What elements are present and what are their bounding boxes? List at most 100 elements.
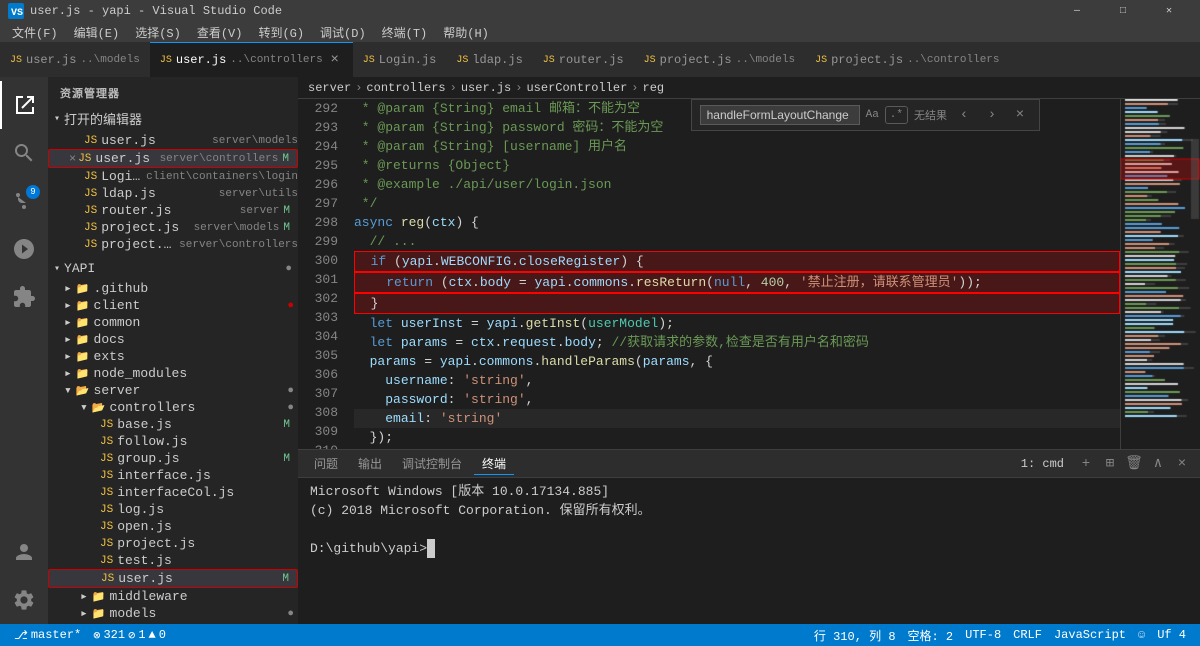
terminal-split-button[interactable]: ⊞ [1100, 454, 1120, 474]
file-follow-js[interactable]: JS follow.js [48, 433, 298, 450]
folder-controllers[interactable]: ▾ 📂 controllers ● [48, 399, 298, 416]
file-log-js[interactable]: JS log.js [48, 501, 298, 518]
status-bar-right: 行 310, 列 8 空格: 2 UTF-8 CRLF JavaScript ☺… [808, 627, 1192, 644]
folder-node-modules[interactable]: ▸ 📁 node_modules [48, 365, 298, 382]
code-editor[interactable]: Aa .* 无结果 ‹ › × 292 293 294 29 [298, 99, 1120, 449]
chevron-right-icon: ▸ [80, 589, 88, 604]
error-warning-status[interactable]: ⊗ 321 ⊘ 1 ▲ 0 [87, 628, 172, 643]
terminal-chevron-up-button[interactable]: ∧ [1148, 454, 1168, 474]
debug-activity-icon[interactable] [0, 225, 48, 273]
breadcrumb-reg[interactable]: reg [643, 81, 665, 95]
modified-badge: M [283, 205, 290, 217]
file-open-js[interactable]: JS open.js [48, 518, 298, 535]
search-activity-icon[interactable] [0, 129, 48, 177]
tab-project-controllers[interactable]: JS project.js ..\controllers [805, 42, 1009, 77]
tab-project-models[interactable]: JS project.js ..\models [634, 42, 805, 77]
tab-user-controllers[interactable]: JS user.js ..\controllers × [150, 42, 353, 77]
file-project-js[interactable]: JS project.js [48, 535, 298, 552]
folder-exts[interactable]: ▸ 📁 exts [48, 348, 298, 365]
cursor-position-status[interactable]: 行 310, 列 8 [808, 627, 902, 644]
file-base-js[interactable]: JS base.js M [48, 416, 298, 433]
error-badge: ● [287, 300, 294, 312]
indent-status[interactable]: 空格: 2 [902, 627, 960, 644]
find-next-button[interactable]: › [981, 104, 1003, 126]
find-regex-btn[interactable]: .* [885, 106, 908, 124]
menu-terminal[interactable]: 终端(T) [374, 22, 436, 43]
tab-ldap[interactable]: JS ldap.js [446, 42, 532, 77]
find-close-button[interactable]: × [1009, 104, 1031, 126]
terminal-close-button[interactable]: × [1172, 454, 1192, 474]
folder-models[interactable]: ▸ 📁 models ● [48, 605, 298, 622]
terminal-add-button[interactable]: + [1076, 454, 1096, 474]
account-activity-icon[interactable] [0, 528, 48, 576]
menu-select[interactable]: 选择(S) [127, 22, 189, 43]
folder-middleware[interactable]: ▸ 📁 middleware [48, 588, 298, 605]
settings-activity-icon[interactable] [0, 576, 48, 624]
feedback-status[interactable]: ☺ [1132, 628, 1151, 642]
terminal-tab-debug[interactable]: 调试控制台 [394, 453, 470, 474]
open-editors-section[interactable]: ▾ 打开的编辑器 [48, 105, 298, 132]
folder-docs[interactable]: ▸ 📁 docs [48, 331, 298, 348]
find-input[interactable] [700, 105, 860, 125]
open-file-project-controllers[interactable]: JS project.js server\controllers [48, 236, 298, 253]
breadcrumb-userjs[interactable]: user.js [461, 81, 511, 95]
folder-common[interactable]: ▸ 📁 common [48, 314, 298, 331]
breadcrumb-server[interactable]: server [308, 81, 351, 95]
code-line: params = yapi.commons.handleParams(param… [354, 352, 1120, 371]
language-status[interactable]: JavaScript [1048, 628, 1132, 642]
folder-server[interactable]: ▾ 📂 server ● [48, 382, 298, 399]
file-test-js[interactable]: JS test.js [48, 552, 298, 569]
file-label: base.js [117, 417, 279, 432]
code-content[interactable]: * @param {String} email 邮箱：不能为空 * @param… [346, 99, 1120, 449]
menu-help[interactable]: 帮助(H) [435, 22, 497, 43]
tab-user-models[interactable]: JS user.js ..\models [0, 42, 150, 77]
folder-client[interactable]: ▸ 📁 client ● [48, 297, 298, 314]
tab-login[interactable]: JS Login.js [353, 42, 447, 77]
tab-close-button[interactable]: × [327, 52, 343, 68]
close-icon[interactable]: × [69, 152, 76, 166]
terminal-tab-problems[interactable]: 问题 [306, 453, 346, 474]
file-group-js[interactable]: JS group.js M [48, 450, 298, 467]
editor-scroll[interactable]: 292 293 294 295 296 297 298 299 300 301 … [298, 99, 1120, 449]
menu-goto[interactable]: 转到(G) [250, 22, 312, 43]
file-user-js-active[interactable]: JS user.js M [48, 569, 298, 588]
terminal-tab-terminal[interactable]: 终端 [474, 453, 514, 475]
menu-debug[interactable]: 调试(D) [312, 22, 374, 43]
maximize-button[interactable]: □ [1100, 0, 1146, 22]
js-file-icon: JS [84, 171, 97, 183]
js-icon: JS [456, 55, 468, 66]
open-file-login[interactable]: JS Login.js client\containers\login [48, 168, 298, 185]
terminal-trash-button[interactable]: 🗑 [1124, 454, 1144, 474]
explorer-activity-icon[interactable] [0, 81, 48, 129]
code-line: let userInst = yapi.getInst(userModel); [354, 314, 1120, 333]
open-file-ldap[interactable]: JS ldap.js server\utils [48, 185, 298, 202]
close-button[interactable]: ✕ [1146, 0, 1192, 22]
editor-area: server › controllers › user.js › userCon… [298, 77, 1200, 624]
tab-router[interactable]: JS router.js [533, 42, 634, 77]
git-activity-icon[interactable]: 9 [0, 177, 48, 225]
git-status-item[interactable]: ⎇ master* [8, 628, 87, 643]
menu-file[interactable]: 文件(F) [4, 22, 66, 43]
find-prev-button[interactable]: ‹ [953, 104, 975, 126]
folder-github[interactable]: ▸ 📁 .github [48, 280, 298, 297]
encoding-status[interactable]: UTF-8 [959, 628, 1007, 642]
breadcrumb-usercontroller[interactable]: userController [526, 81, 627, 95]
open-file-router[interactable]: JS router.js server M [48, 202, 298, 219]
eol-status[interactable]: CRLF [1007, 628, 1048, 642]
yapi-section[interactable]: ▾ YAPI ● [48, 257, 298, 280]
open-file-user-models[interactable]: JS user.js server\models [48, 132, 298, 149]
uf4-status[interactable]: Uf 4 [1151, 628, 1192, 642]
open-file-user-controllers[interactable]: × JS user.js server\controllers M [48, 149, 298, 168]
menu-edit[interactable]: 编辑(E) [66, 22, 128, 43]
breadcrumb-controllers[interactable]: controllers [366, 81, 445, 95]
terminal-body[interactable]: Microsoft Windows [版本 10.0.17134.885] (c… [298, 478, 1200, 624]
find-widget: Aa .* 无结果 ‹ › × [691, 99, 1040, 131]
minimize-button[interactable]: — [1054, 0, 1100, 22]
menu-view[interactable]: 查看(V) [189, 22, 251, 43]
file-interfacecol-js[interactable]: JS interfaceCol.js [48, 484, 298, 501]
extensions-activity-icon[interactable] [0, 273, 48, 321]
file-interface-js[interactable]: JS interface.js [48, 467, 298, 484]
terminal-tab-output[interactable]: 输出 [350, 453, 390, 474]
file-path: server [240, 205, 280, 217]
open-file-project-models[interactable]: JS project.js server\models M [48, 219, 298, 236]
